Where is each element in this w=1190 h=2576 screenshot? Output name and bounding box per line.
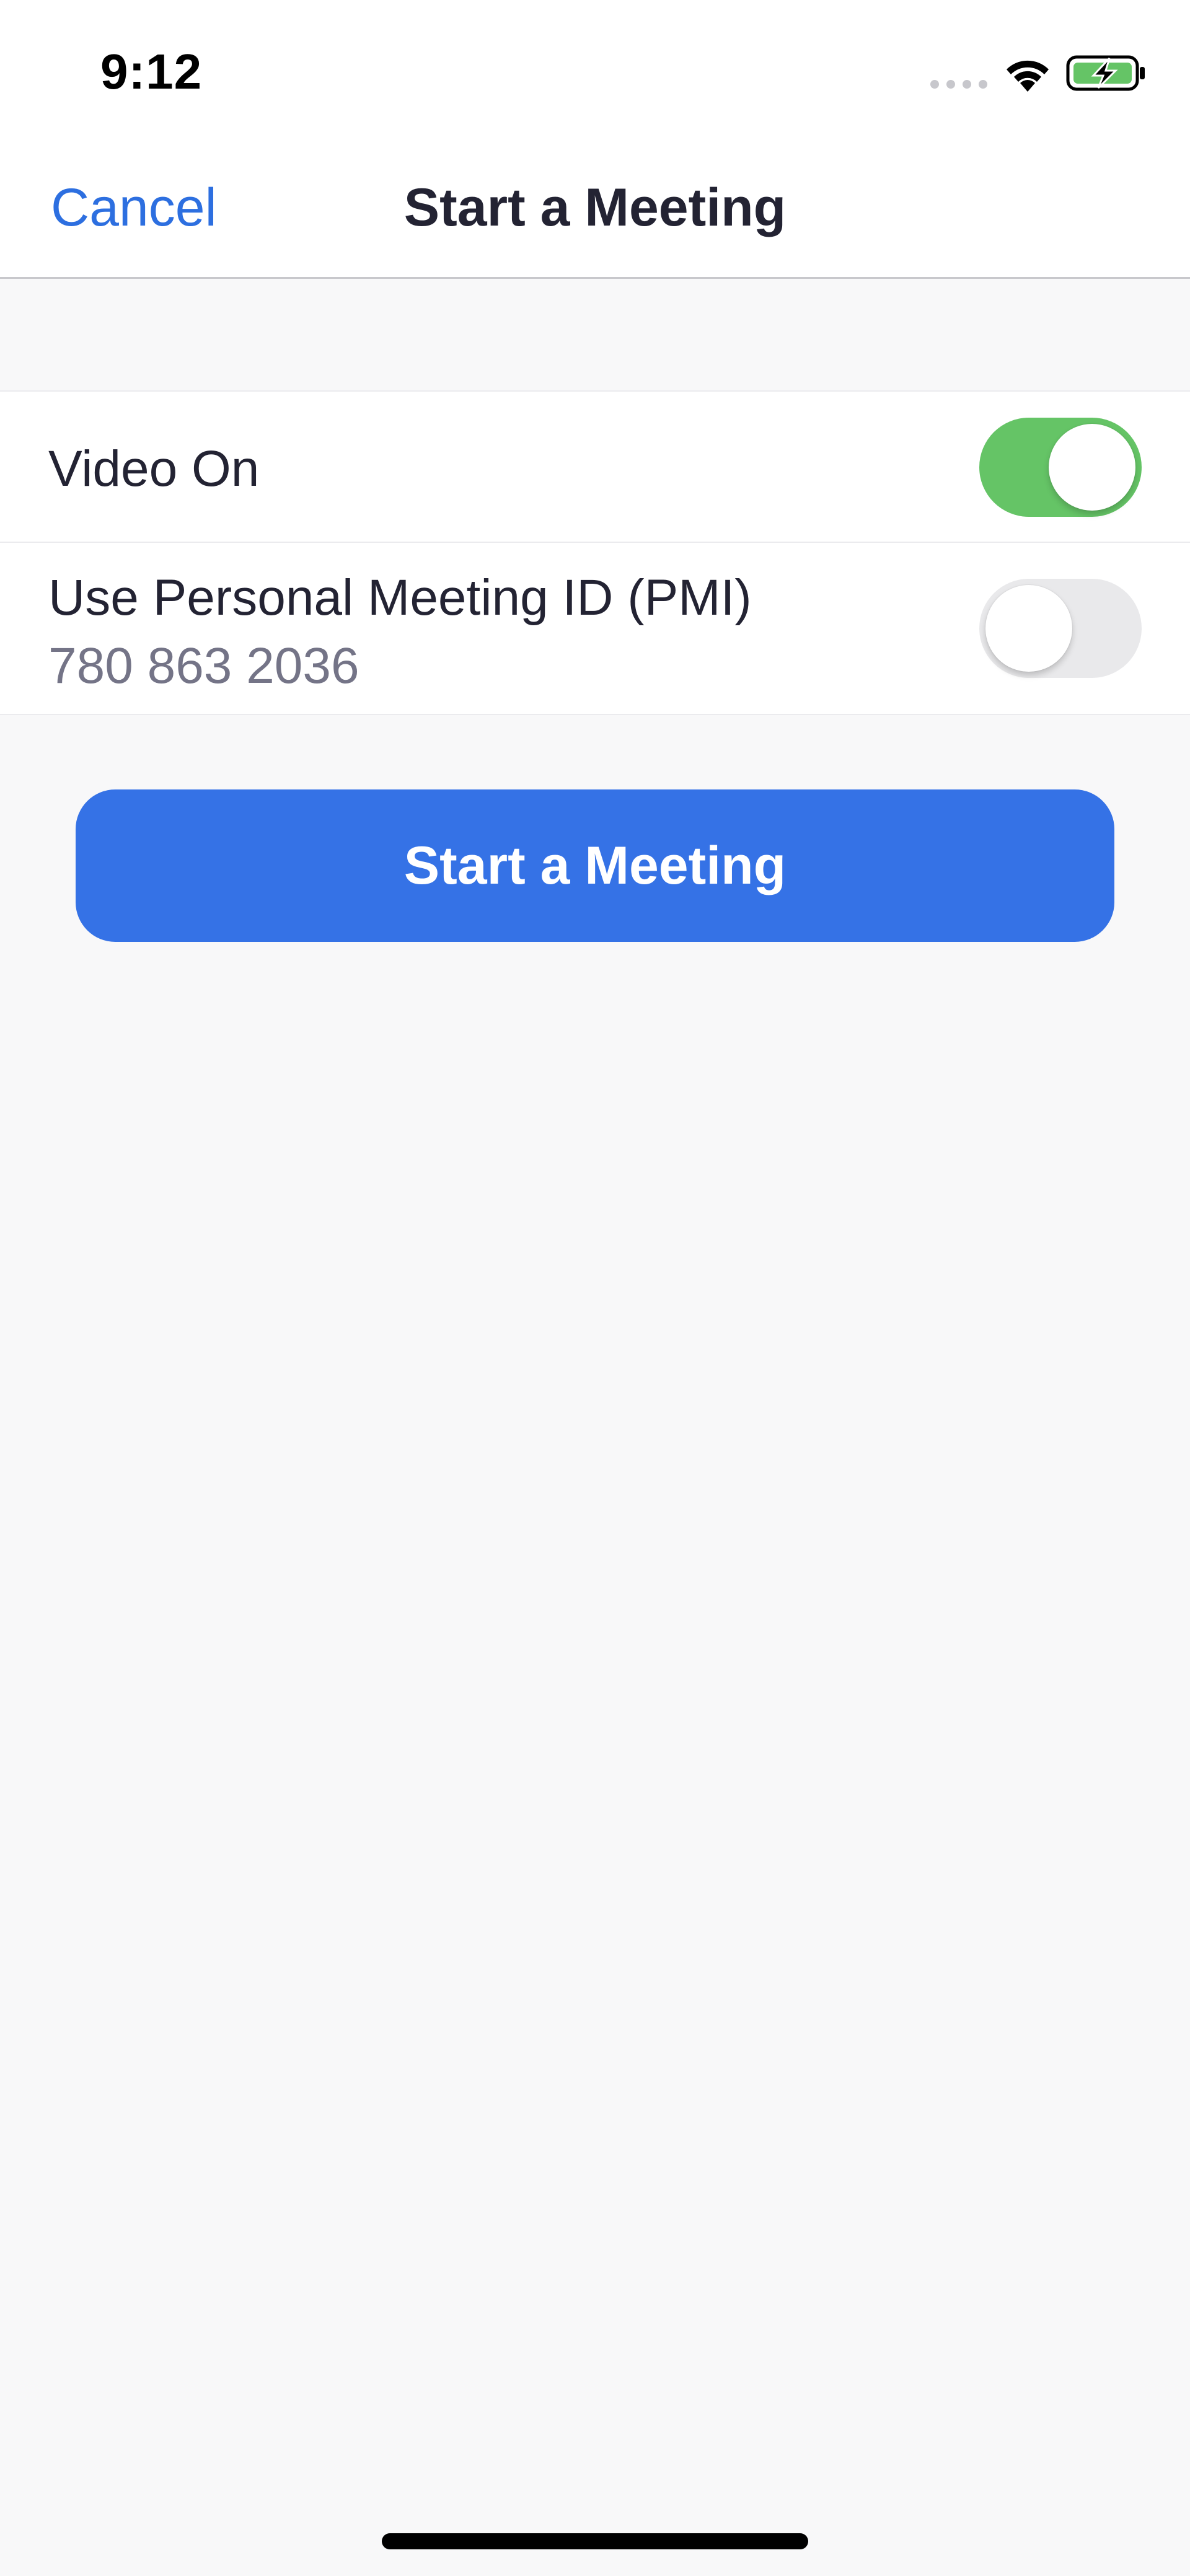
battery-charging-icon [1066, 55, 1145, 91]
wifi-icon [1007, 60, 1049, 92]
pmi-meeting-id: 780 863 2036 [48, 638, 359, 694]
pmi-row: Use Personal Meeting ID (PMI) 780 863 20… [0, 543, 1190, 714]
start-meeting-button[interactable]: Start a Meeting [76, 789, 1114, 942]
video-on-label: Video On [48, 441, 260, 497]
pmi-toggle[interactable] [979, 579, 1142, 678]
cancel-button[interactable]: Cancel [51, 177, 217, 239]
meeting-settings-list: Video On Use Personal Meeting ID (PMI) 7… [0, 390, 1190, 715]
status-bar: 9:12 [0, 0, 1190, 143]
toggle-knob [985, 585, 1072, 672]
video-on-row: Video On [0, 392, 1190, 543]
status-time: 9:12 [100, 44, 203, 99]
home-indicator [382, 2533, 808, 2549]
signal-dots-icon [930, 80, 987, 89]
pmi-label: Use Personal Meeting ID (PMI) [48, 569, 752, 626]
video-on-toggle[interactable] [979, 418, 1142, 517]
toggle-knob [1049, 424, 1135, 511]
nav-bar: Start a Meeting Cancel [0, 143, 1190, 279]
